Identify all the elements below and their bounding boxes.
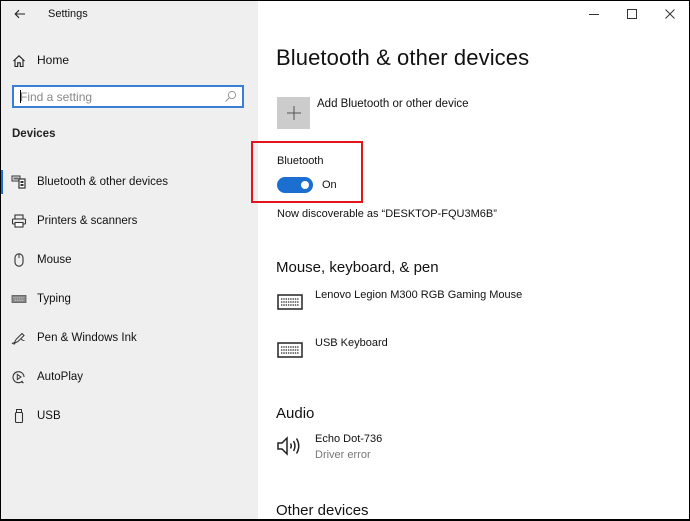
sidebar-item-label: USB	[37, 410, 61, 422]
sidebar-item-label: Mouse	[37, 254, 72, 266]
plus-icon	[286, 106, 301, 120]
bluetooth-toggle-state: On	[322, 179, 337, 191]
sidebar-nav: Bluetooth & other devices Printers & sca…	[1, 167, 258, 440]
search-box[interactable]	[12, 85, 244, 108]
bluetooth-highlight-box	[251, 141, 363, 203]
sidebar-item-mouse[interactable]: Mouse	[1, 245, 258, 284]
home-icon	[13, 55, 25, 68]
sidebar-item-typing[interactable]: Typing	[1, 284, 258, 323]
device-status: Driver error	[315, 449, 371, 461]
usb-icon	[14, 409, 24, 423]
sidebar-item-usb[interactable]: USB	[1, 401, 258, 440]
device-name: Echo Dot-736	[315, 433, 383, 445]
section-title-audio: Audio	[276, 405, 315, 422]
section-title-input-devices: Mouse, keyboard, & pen	[276, 259, 439, 276]
bluetooth-label: Bluetooth	[277, 155, 324, 167]
keyboard-icon	[277, 342, 303, 358]
autoplay-icon	[12, 371, 25, 384]
pen-icon	[11, 332, 25, 345]
app-title: Settings	[48, 8, 88, 20]
sidebar-item-label: AutoPlay	[37, 371, 84, 383]
section-title-other-devices: Other devices	[276, 502, 369, 519]
sidebar-item-pen[interactable]: Pen & Windows Ink	[1, 323, 258, 362]
sidebar-item-label: Printers & scanners	[37, 215, 138, 227]
mouse-icon	[14, 253, 24, 267]
sidebar-item-label: Bluetooth & other devices	[37, 176, 169, 188]
settings-window: Settings Home Devices	[1, 1, 689, 519]
toggle-knob	[301, 181, 309, 189]
home-label: Home	[37, 53, 70, 67]
sidebar-item-autoplay[interactable]: AutoPlay	[1, 362, 258, 401]
keyboard-icon	[277, 294, 303, 310]
selected-indicator	[1, 170, 3, 194]
main-content: Bluetooth & other devices Add Bluetooth …	[251, 1, 689, 519]
page-title: Bluetooth & other devices	[276, 45, 530, 70]
printer-icon	[11, 214, 27, 228]
discoverable-text: Now discoverable as “DESKTOP-FQU3M6B”	[277, 208, 497, 220]
sidebar-home[interactable]: Home	[1, 48, 258, 74]
back-button[interactable]	[10, 4, 30, 24]
device-name: USB Keyboard	[315, 337, 388, 349]
section-heading-devices: Devices	[12, 128, 56, 140]
back-arrow-icon	[14, 9, 25, 19]
sidebar-item-bluetooth[interactable]: Bluetooth & other devices	[1, 167, 258, 206]
speaker-icon	[277, 436, 300, 456]
bluetooth-toggle[interactable]	[277, 177, 313, 193]
sidebar: Settings Home Devices	[1, 1, 258, 519]
sidebar-item-label: Typing	[37, 293, 71, 305]
sidebar-item-printers[interactable]: Printers & scanners	[1, 206, 258, 245]
device-name: Lenovo Legion M300 RGB Gaming Mouse	[315, 289, 523, 301]
search-input[interactable]	[14, 87, 219, 106]
add-device-label: Add Bluetooth or other device	[317, 98, 469, 110]
plus-tile	[277, 97, 310, 129]
bluetooth-devices-icon	[11, 175, 26, 189]
search-icon[interactable]	[224, 90, 237, 103]
sidebar-item-label: Pen & Windows Ink	[37, 332, 137, 344]
keyboard-icon	[11, 295, 27, 303]
